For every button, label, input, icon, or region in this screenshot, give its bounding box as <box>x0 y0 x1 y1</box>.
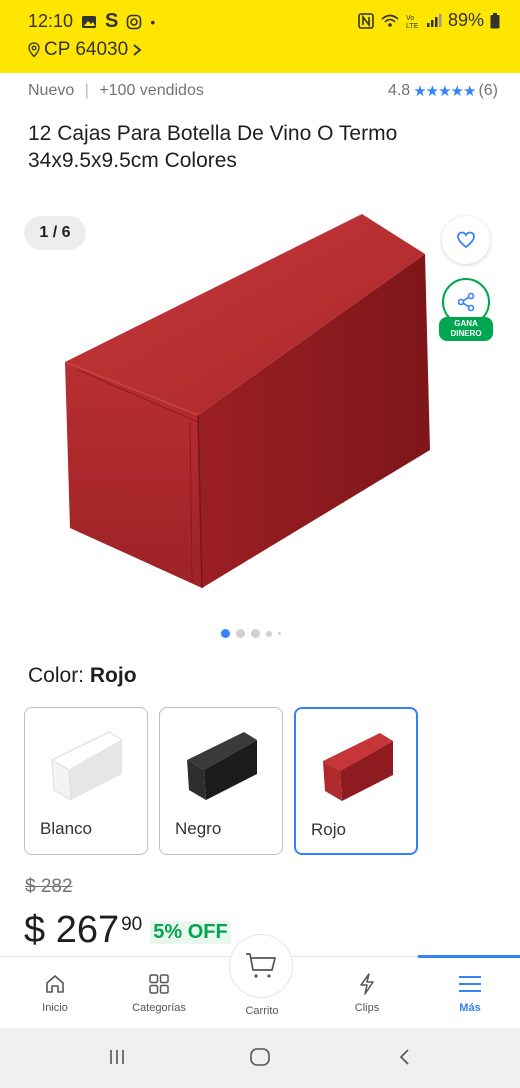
condition-label: Nuevo <box>28 82 75 99</box>
recent-apps-icon[interactable] <box>108 1046 126 1068</box>
postal-code: CP 64030 <box>44 39 129 60</box>
nfc-icon <box>358 12 374 29</box>
pagination-dot[interactable] <box>236 629 245 638</box>
color-option-rojo[interactable]: Rojo <box>294 707 418 855</box>
color-option-negro[interactable]: Negro <box>159 707 283 855</box>
meta-separator: | <box>84 82 89 99</box>
nav-label: Categorías <box>132 1002 186 1014</box>
nav-label-carrito: Carrito <box>245 1005 279 1017</box>
pagination-dot[interactable] <box>251 629 260 638</box>
nav-mas[interactable]: Más <box>425 957 515 1029</box>
home-button-icon[interactable] <box>249 1046 271 1068</box>
cart-icon <box>246 953 276 978</box>
current-price: $ 267 90 5% OFF <box>24 909 231 952</box>
back-icon[interactable] <box>397 1046 411 1068</box>
color-label: Color: Rojo <box>28 664 137 688</box>
status-time: 12:10 <box>28 11 74 31</box>
nav-label: Clips <box>354 1002 380 1014</box>
color-options: Blanco Negro Rojo <box>24 707 418 855</box>
sold-count: +100 vendidos <box>99 82 204 99</box>
selected-color: Rojo <box>89 664 137 687</box>
signal-icon <box>426 13 442 27</box>
lightning-icon <box>360 973 374 995</box>
pagination-dot-active[interactable] <box>221 629 230 638</box>
top-header: 12:10 S • Vo LTE 89% CP 64030 <box>0 0 520 73</box>
original-price: $ 282 <box>25 876 73 897</box>
home-icon <box>46 975 64 993</box>
white-box-thumbnail <box>50 731 123 801</box>
color-option-label: Blanco <box>40 819 92 838</box>
gallery-notification-icon <box>82 15 97 28</box>
nav-categorias[interactable]: Categorías <box>114 957 204 1029</box>
review-count: (6) <box>478 82 498 99</box>
earn-badge-line2: DINERO <box>450 329 482 338</box>
red-box-thumbnail <box>323 733 393 801</box>
rating-value: 4.8 <box>387 82 411 99</box>
svg-text:LTE: LTE <box>406 23 419 29</box>
product-image[interactable] <box>40 210 440 610</box>
menu-icon <box>459 976 481 992</box>
s-app-icon: S <box>105 10 119 32</box>
earn-money-badge[interactable]: GANA DINERO <box>439 317 493 341</box>
product-title: 12 Cajas Para Botella De Vino O Termo 34… <box>28 122 398 172</box>
chevron-right-icon <box>133 44 142 56</box>
svg-text:Vo: Vo <box>406 15 414 22</box>
grid-icon <box>149 974 169 994</box>
postal-code-selector[interactable]: CP 64030 <box>28 39 142 61</box>
battery-icon <box>490 12 500 28</box>
nav-carrito[interactable] <box>229 934 293 998</box>
favorite-button[interactable] <box>442 216 490 264</box>
wifi-icon <box>381 14 399 27</box>
product-meta: Nuevo | +100 vendidos 4.8 ★★★★★ (6) <box>28 82 498 104</box>
more-notifications-dot-icon: • <box>150 13 156 30</box>
pagination-dot[interactable] <box>278 632 281 635</box>
nav-label: Más <box>459 1002 481 1014</box>
color-option-label: Negro <box>175 819 222 838</box>
pagination-dot[interactable] <box>266 630 272 637</box>
battery-percent: 89% <box>447 10 484 30</box>
discount-badge: 5% OFF <box>150 921 231 944</box>
color-option-blanco[interactable]: Blanco <box>24 707 148 855</box>
nav-label: Inicio <box>42 1002 68 1014</box>
volte-icon: VoLTE <box>406 15 419 29</box>
heart-icon <box>457 231 475 249</box>
location-pin-icon <box>28 42 40 58</box>
share-icon <box>457 292 475 312</box>
nav-inicio[interactable]: Inicio <box>10 957 100 1029</box>
price-cents: 90 <box>121 914 143 935</box>
color-label-prefix: Color: <box>28 664 85 687</box>
status-bar: 12:10 S • Vo LTE 89% <box>28 10 500 34</box>
system-navigation-bar <box>0 1028 520 1088</box>
nav-clips[interactable]: Clips <box>322 957 412 1029</box>
rating-stars-icon: ★★★★★ <box>413 83 476 100</box>
rating-summary[interactable]: 4.8 ★★★★★ (6) <box>388 82 498 100</box>
black-box-thumbnail <box>187 732 257 800</box>
gallery-pagination <box>221 629 281 638</box>
price-integer: $ 267 <box>24 909 120 951</box>
earn-badge-line1: GANA <box>454 319 478 328</box>
instagram-notification-icon <box>127 14 142 29</box>
color-option-label: Rojo <box>311 820 346 839</box>
